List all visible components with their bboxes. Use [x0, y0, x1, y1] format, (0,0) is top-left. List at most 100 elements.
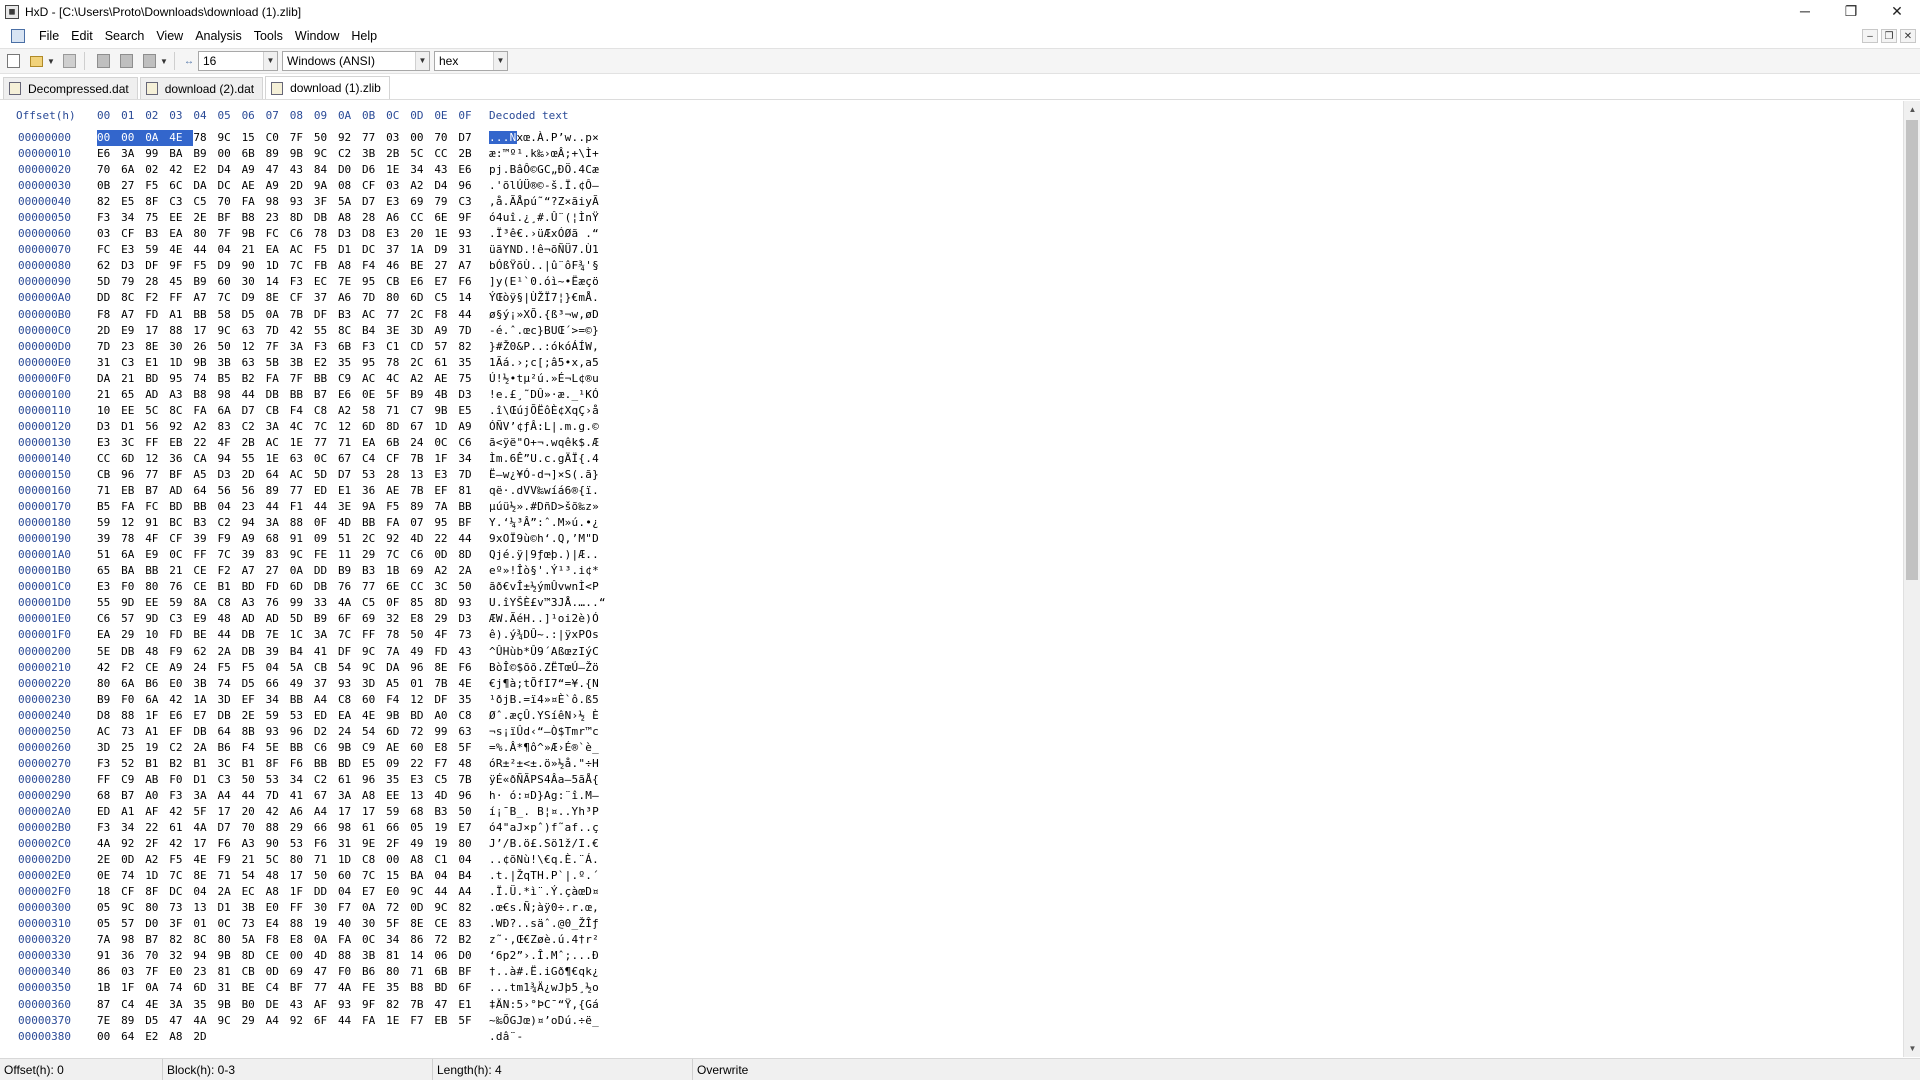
- hex-byte[interactable]: 96: [362, 772, 386, 788]
- hex-byte[interactable]: 8E: [434, 660, 458, 676]
- hex-byte[interactable]: 5D: [97, 274, 121, 290]
- hex-byte[interactable]: 05: [97, 916, 121, 932]
- hex-byte[interactable]: 59: [97, 515, 121, 531]
- hex-byte[interactable]: 41: [314, 644, 338, 660]
- hex-byte[interactable]: F7: [338, 900, 362, 916]
- hex-byte[interactable]: DB: [266, 387, 290, 403]
- row-decoded-text[interactable]: óR±²±<±.ö»½å."÷H: [489, 756, 599, 772]
- hex-byte[interactable]: C1: [434, 852, 458, 868]
- hex-byte[interactable]: 39: [266, 644, 290, 660]
- hex-byte[interactable]: FA: [121, 499, 145, 515]
- hex-byte[interactable]: 6D: [193, 980, 217, 996]
- copy-icon[interactable]: [116, 51, 136, 71]
- hex-byte[interactable]: 7C: [338, 627, 362, 643]
- hex-byte[interactable]: 42: [169, 162, 193, 178]
- maximize-button[interactable]: ❐: [1828, 0, 1874, 24]
- hex-byte[interactable]: 8D: [434, 595, 458, 611]
- hex-byte[interactable]: 20: [242, 804, 266, 820]
- hex-byte[interactable]: 57: [434, 339, 458, 355]
- hex-byte[interactable]: 4C: [290, 419, 314, 435]
- hex-byte[interactable]: BD: [338, 756, 362, 772]
- hex-byte[interactable]: 4A: [338, 595, 362, 611]
- hex-byte[interactable]: 6F: [338, 611, 362, 627]
- hex-byte[interactable]: 95: [362, 355, 386, 371]
- hex-byte[interactable]: 36: [169, 451, 193, 467]
- row-hex-bytes[interactable]: 10 EE 5C 8C FA 6A D7 CB F4 C8 A2 58 71 C7 9B E5: [97, 403, 487, 419]
- hex-byte[interactable]: F5: [193, 258, 217, 274]
- hex-byte[interactable]: 56: [217, 483, 241, 499]
- row-decoded-text[interactable]: ...Nxœ.À.P’w..p×: [489, 130, 599, 146]
- hex-byte[interactable]: 77: [145, 467, 169, 483]
- hex-byte[interactable]: F5: [314, 242, 338, 258]
- row-decoded-text[interactable]: që·.dVV‰wíá6®{ï.: [489, 483, 599, 499]
- hex-byte[interactable]: E4: [266, 916, 290, 932]
- hex-byte[interactable]: 94: [217, 451, 241, 467]
- hex-byte[interactable]: 1A: [410, 242, 434, 258]
- hex-byte[interactable]: BB: [193, 499, 217, 515]
- row-decoded-text[interactable]: ¹ðjB.=ï4»¤È`ô.ß5: [489, 692, 599, 708]
- hex-byte[interactable]: F5: [145, 178, 169, 194]
- hex-byte[interactable]: A8: [362, 788, 386, 804]
- hex-byte[interactable]: A7: [458, 258, 482, 274]
- row-decoded-text[interactable]: üãYND.!ê¬õÑÜ7.Ù1: [489, 242, 599, 258]
- row-decoded-text[interactable]: h· ó:¤D}Ag:¨î.M–: [489, 788, 599, 804]
- chevron-down-icon[interactable]: ▼: [263, 52, 277, 70]
- hex-byte[interactable]: 72: [386, 900, 410, 916]
- hex-byte[interactable]: 30: [242, 274, 266, 290]
- hex-byte[interactable]: 4A: [97, 836, 121, 852]
- hex-byte[interactable]: 2D: [290, 178, 314, 194]
- hex-byte[interactable]: BD: [169, 499, 193, 515]
- hex-byte[interactable]: CB: [97, 467, 121, 483]
- hex-byte[interactable]: A8: [410, 852, 434, 868]
- row-hex-bytes[interactable]: 1B 1F 0A 74 6D 31 BE C4 BF 77 4A FE 35 B8 BD 6F: [97, 980, 487, 996]
- hex-byte[interactable]: FA: [386, 515, 410, 531]
- hex-byte[interactable]: DB: [242, 644, 266, 660]
- hex-byte[interactable]: A1: [145, 724, 169, 740]
- row-decoded-text[interactable]: .Ï.Ü.*ì¨.Ý.çàœD¤: [489, 884, 599, 900]
- hex-byte[interactable]: 42: [290, 323, 314, 339]
- hex-byte[interactable]: 71: [410, 964, 434, 980]
- hex-byte[interactable]: 71: [314, 852, 338, 868]
- hex-byte[interactable]: EF: [169, 724, 193, 740]
- hex-byte[interactable]: F8: [97, 307, 121, 323]
- hex-byte[interactable]: FC: [97, 242, 121, 258]
- hex-byte[interactable]: 9C: [434, 900, 458, 916]
- hex-byte[interactable]: 46: [386, 258, 410, 274]
- hex-byte[interactable]: BE: [242, 980, 266, 996]
- hex-byte[interactable]: F0: [121, 579, 145, 595]
- hex-byte[interactable]: B6: [145, 676, 169, 692]
- hex-byte[interactable]: 96: [290, 724, 314, 740]
- row-hex-bytes[interactable]: 55 9D EE 59 8A C8 A3 76 99 33 4A C5 0F 85 8D 93: [97, 595, 487, 611]
- row-hex-bytes[interactable]: FC E3 59 4E 44 04 21 EA AC F5 D1 DC 37 1A D9 31: [97, 242, 487, 258]
- hex-byte[interactable]: 78: [314, 226, 338, 242]
- hex-byte[interactable]: D1: [338, 242, 362, 258]
- hex-byte[interactable]: C2: [217, 515, 241, 531]
- hex-byte[interactable]: 7C: [169, 868, 193, 884]
- row-decoded-text[interactable]: .î\ŒújÕËôÈ¢XqÇ›å: [489, 403, 599, 419]
- hex-byte[interactable]: E5: [458, 403, 482, 419]
- hex-byte[interactable]: E6: [338, 387, 362, 403]
- hex-byte[interactable]: A6: [386, 210, 410, 226]
- hex-byte[interactable]: 83: [458, 916, 482, 932]
- row-hex-bytes[interactable]: CC 6D 12 36 CA 94 55 1E 63 0C 67 C4 CF 7B 1F 34: [97, 451, 487, 467]
- row-decoded-text[interactable]: !e.£¸˜DÛ»·æ._¹KÓ: [489, 387, 599, 403]
- hex-byte[interactable]: 9C: [362, 644, 386, 660]
- hex-byte[interactable]: 8E: [145, 339, 169, 355]
- vertical-scrollbar[interactable]: ▲ ▼: [1903, 101, 1920, 1057]
- hex-byte[interactable]: 53: [362, 467, 386, 483]
- hex-byte[interactable]: 59: [386, 804, 410, 820]
- row-hex-bytes[interactable]: 80 6A B6 E0 3B 74 D5 66 49 37 93 3D A5 01 7B 4E: [97, 676, 487, 692]
- hex-byte[interactable]: 70: [242, 820, 266, 836]
- row-decoded-text[interactable]: ^ÛHùb*Û9´AßœzIýC: [489, 644, 599, 660]
- hex-byte[interactable]: 9C: [217, 1013, 241, 1029]
- hex-byte[interactable]: C0: [266, 130, 290, 146]
- hex-byte[interactable]: C6: [97, 611, 121, 627]
- hex-byte[interactable]: E9: [121, 323, 145, 339]
- hex-byte[interactable]: 27: [266, 563, 290, 579]
- hex-byte[interactable]: 92: [121, 836, 145, 852]
- hex-byte[interactable]: 4F: [217, 435, 241, 451]
- hex-byte[interactable]: C9: [338, 371, 362, 387]
- hex-byte[interactable]: F3: [97, 820, 121, 836]
- hex-byte[interactable]: 32: [386, 611, 410, 627]
- hex-byte[interactable]: DB: [217, 708, 241, 724]
